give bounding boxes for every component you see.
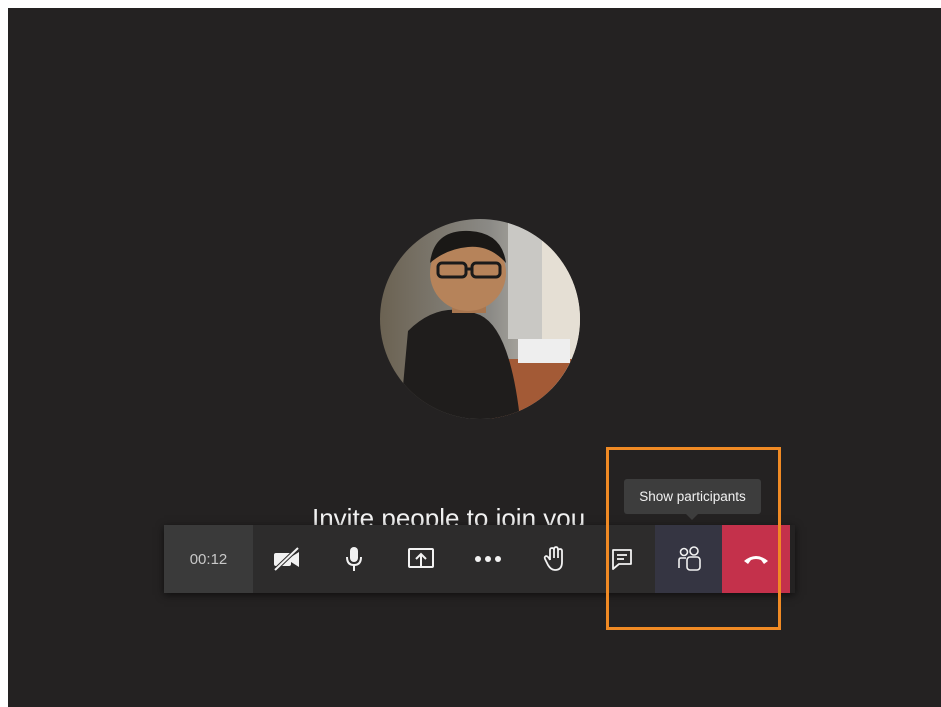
chat-button[interactable] [588,525,655,593]
media-controls-group [253,525,521,593]
show-participants-tooltip: Show participants [624,479,761,520]
participants-icon [677,546,701,571]
microphone-icon [345,547,362,571]
more-icon [474,556,501,562]
camera-off-icon [273,547,299,571]
participant-avatar [380,219,580,419]
meeting-controls-group [521,525,722,593]
raise-hand-button[interactable] [521,525,588,593]
more-actions-button[interactable] [454,525,521,593]
hang-up-button[interactable] [722,525,790,593]
camera-toggle-button[interactable] [253,525,320,593]
share-screen-button[interactable] [387,525,454,593]
phone-hangup-icon [744,556,768,564]
share-screen-icon [407,548,434,568]
call-controls-toolbar: 00:12 [164,525,795,593]
chat-icon [611,549,632,570]
call-timer: 00:12 [164,525,253,593]
show-participants-button[interactable] [655,525,722,593]
raise-hand-icon [543,546,563,571]
microphone-button[interactable] [320,525,387,593]
